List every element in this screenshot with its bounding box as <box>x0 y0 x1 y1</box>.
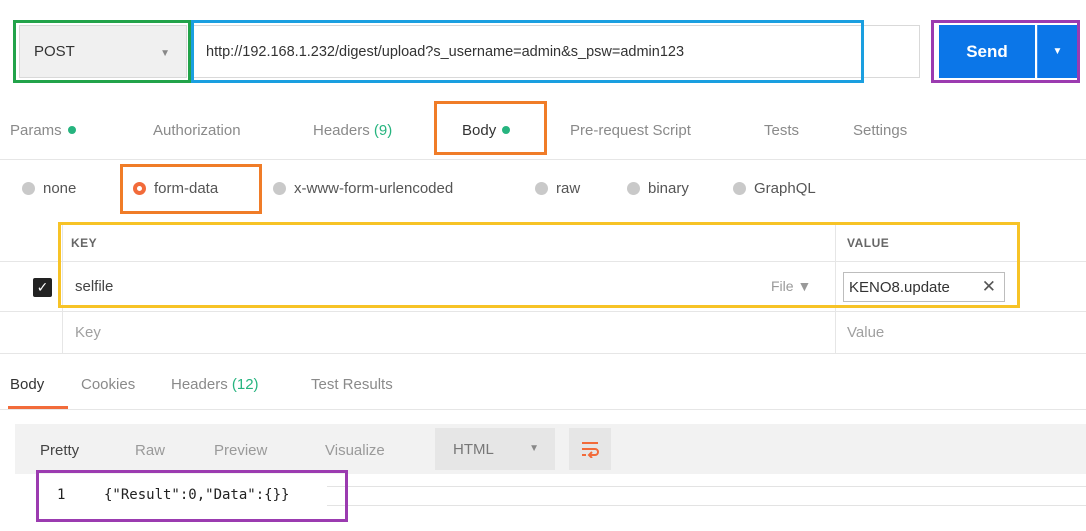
response-toolbar: Pretty Raw Preview Visualize HTML ▼ <box>15 424 1086 474</box>
row-enabled-checkbox[interactable]: ✓ <box>33 278 52 297</box>
tab-tests[interactable]: Tests <box>764 122 799 139</box>
radio-form-data[interactable]: form-data <box>133 180 218 197</box>
tab-params-label: Params <box>10 122 62 139</box>
column-divider <box>835 222 836 261</box>
radio-none-label: none <box>43 180 77 197</box>
column-divider <box>835 312 836 353</box>
response-tab-test-results[interactable]: Test Results <box>311 376 393 393</box>
radio-raw[interactable]: raw <box>535 180 580 197</box>
tab-body-label: Body <box>462 122 497 139</box>
new-key-input[interactable]: Key <box>75 324 101 341</box>
response-tab-cookies[interactable]: Cookies <box>81 376 135 393</box>
send-options-button[interactable]: ▼ <box>1037 25 1077 78</box>
radio-none[interactable]: none <box>22 180 76 197</box>
view-raw[interactable]: Raw <box>135 442 165 459</box>
wrap-lines-button[interactable] <box>569 428 611 470</box>
column-divider <box>835 262 836 311</box>
tab-authorization[interactable]: Authorization <box>153 122 241 139</box>
radio-circle-icon <box>535 182 548 195</box>
tab-settings[interactable]: Settings <box>853 122 907 139</box>
chevron-down-icon: ▼ <box>529 443 539 454</box>
response-tab-headers-label: Headers <box>171 376 228 393</box>
url-text: http://192.168.1.232/digest/upload?s_use… <box>206 43 685 60</box>
close-icon[interactable]: ✕ <box>982 277 996 297</box>
response-tab-headers-count: (12) <box>231 376 259 393</box>
status-dot-icon <box>67 126 76 134</box>
format-select[interactable]: HTML ▼ <box>435 428 555 470</box>
line-number: 1 <box>57 487 66 503</box>
new-value-input[interactable]: Value <box>847 324 884 341</box>
response-tab-body[interactable]: Body <box>10 376 44 393</box>
method-select[interactable]: POST ▼ <box>19 25 187 78</box>
view-visualize[interactable]: Visualize <box>325 442 385 459</box>
chevron-down-icon: ▼ <box>1052 46 1063 57</box>
radio-urlencoded-label: x-www-form-urlencoded <box>294 180 454 197</box>
column-divider <box>62 262 63 311</box>
response-tabs: Body Cookies Headers (12) Test Results <box>0 362 1086 410</box>
table-row: Key Value <box>0 312 1086 354</box>
radio-circle-icon <box>733 182 746 195</box>
url-input[interactable]: http://192.168.1.232/digest/upload?s_use… <box>193 25 920 78</box>
radio-circle-icon <box>22 182 35 195</box>
table-row: ✓ selfile File ▼ KENO8.update ✕ <box>0 262 1086 312</box>
radio-binary[interactable]: binary <box>627 180 689 197</box>
body-type-radios: none form-data x-www-form-urlencoded raw… <box>0 172 1086 208</box>
radio-circle-icon <box>627 182 640 195</box>
radio-circle-icon <box>273 182 286 195</box>
tab-params[interactable]: Params <box>10 122 76 139</box>
radio-binary-label: binary <box>648 180 689 197</box>
view-preview[interactable]: Preview <box>214 442 267 459</box>
tab-body[interactable]: Body <box>462 122 511 139</box>
column-divider <box>62 222 63 261</box>
file-chip[interactable]: KENO8.update ✕ <box>843 272 1005 302</box>
radio-selected-icon <box>133 182 146 195</box>
chevron-down-icon: ▼ <box>160 48 170 59</box>
tab-headers-count: (9) <box>373 122 393 139</box>
code-line-guide <box>327 486 1086 506</box>
request-tabs: Params Authorization Headers (9) Body Pr… <box>0 100 1086 160</box>
value-column-header: VALUE <box>847 236 890 250</box>
method-label: POST <box>34 43 75 60</box>
radio-raw-label: raw <box>556 180 581 197</box>
radio-graphql[interactable]: GraphQL <box>733 180 816 197</box>
view-pretty[interactable]: Pretty <box>40 442 79 459</box>
response-code-line: 1 {"Result":0,"Data":{}} <box>0 484 1086 508</box>
radio-urlencoded[interactable]: x-www-form-urlencoded <box>273 180 453 197</box>
column-divider <box>62 312 63 353</box>
response-body-text: {"Result":0,"Data":{}} <box>104 487 290 503</box>
tab-headers-label: Headers <box>313 122 370 139</box>
row-key-input[interactable]: selfile <box>75 278 113 295</box>
response-tab-headers[interactable]: Headers (12) <box>171 376 259 393</box>
table-header-row: KEY VALUE <box>0 222 1086 262</box>
radio-form-data-label: form-data <box>154 180 219 197</box>
tab-prerequest-script[interactable]: Pre-request Script <box>570 122 691 139</box>
tab-headers[interactable]: Headers (9) <box>313 122 392 139</box>
send-button[interactable]: Send <box>939 25 1035 78</box>
file-name: KENO8.update <box>849 278 950 296</box>
radio-graphql-label: GraphQL <box>754 180 816 197</box>
key-type-select[interactable]: File ▼ <box>771 278 811 294</box>
wrap-lines-icon <box>582 442 599 458</box>
format-label: HTML <box>453 440 494 458</box>
status-dot-icon <box>502 126 511 134</box>
key-column-header: KEY <box>71 236 98 250</box>
active-tab-indicator <box>8 406 68 409</box>
